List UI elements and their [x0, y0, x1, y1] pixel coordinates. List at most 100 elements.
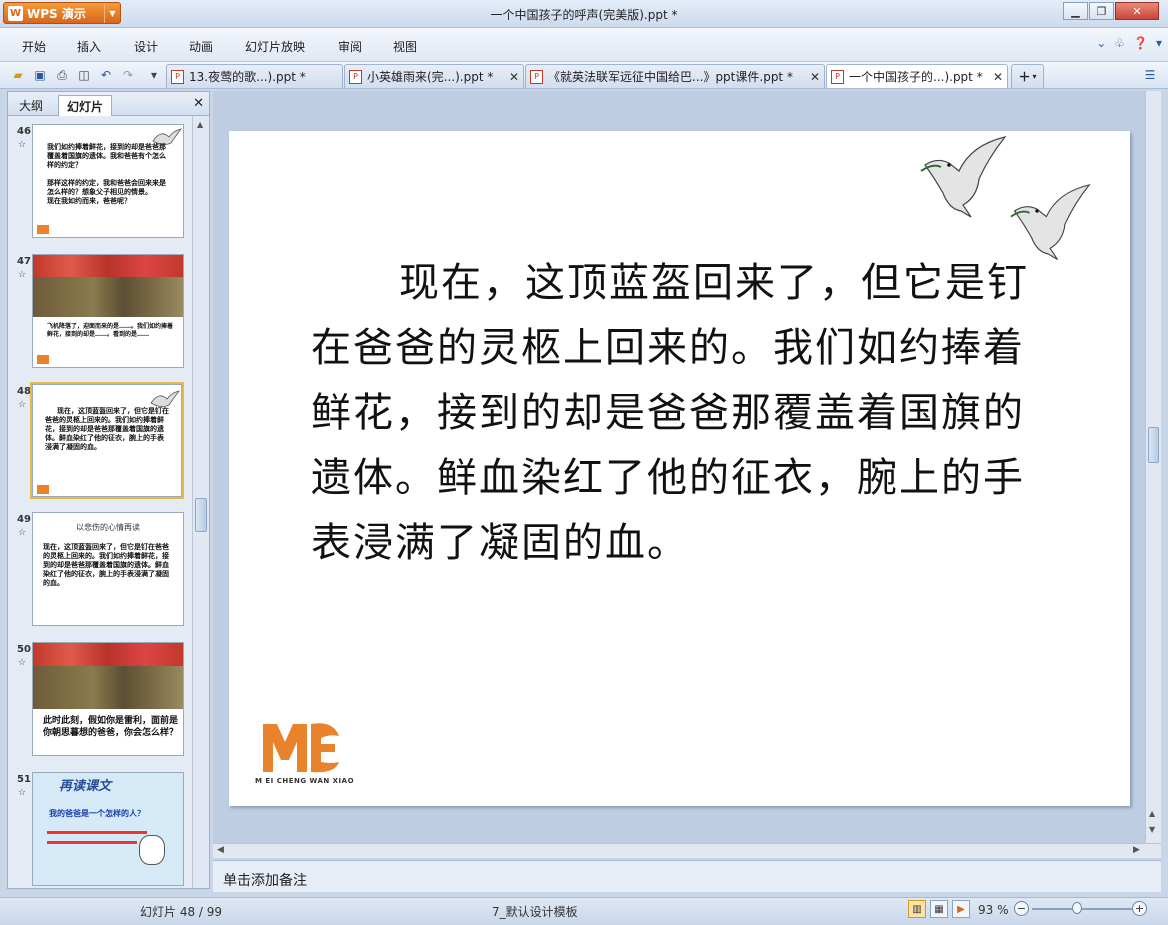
doc-tab-1[interactable]: P 13.夜莺的歌...).ppt * — [166, 64, 343, 88]
slide-number: 50 — [17, 644, 31, 655]
chevron-up-icon[interactable]: ▲ — [197, 120, 203, 129]
undo-icon[interactable]: ↶ — [98, 67, 114, 83]
menu-review[interactable]: 审阅 — [338, 38, 362, 55]
chevron-right-icon[interactable]: ▶ — [1133, 845, 1140, 855]
doc-tab-label: 一个中国孩子的...).ppt * — [849, 70, 983, 84]
chevron-down-icon[interactable]: ▾ — [1156, 36, 1162, 50]
chevron-down-icon[interactable]: ⌄ — [1096, 36, 1106, 50]
close-icon[interactable]: ✕ — [193, 96, 204, 111]
chevron-double-up-icon[interactable]: ▲ — [1149, 809, 1155, 818]
dove-icon — [920, 136, 1007, 218]
window-list-icon[interactable]: ☰ — [1142, 67, 1158, 83]
zoom-out-button[interactable]: − — [1014, 901, 1029, 916]
slide-number: 46 — [17, 126, 31, 137]
thumbnail-text: 我的爸爸是一个怎样的人？ — [49, 809, 145, 818]
logo-text: M EI CHENG WAN XIAO — [255, 777, 355, 785]
slideshow-icon[interactable]: ▶ — [952, 900, 970, 918]
chevron-double-down-icon[interactable]: ▼ — [1149, 825, 1155, 834]
menu-animation[interactable]: 动画 — [189, 38, 213, 55]
doc-tab-4-active[interactable]: P 一个中国孩子的...).ppt * ✕ — [826, 64, 1008, 88]
notes-placeholder: 单击添加备注 — [223, 873, 307, 889]
doc-tab-label: 13.夜莺的歌...).ppt * — [189, 70, 306, 84]
slide-number: 49 — [17, 514, 31, 525]
animation-star-icon: ☆ — [18, 400, 27, 410]
animation-star-icon: ☆ — [18, 140, 27, 150]
slide-horizontal-scrollbar[interactable]: ◀ ▶ — [213, 843, 1161, 858]
title-bar: W WPS 演示 ▼ 一个中国孩子的呼声(完美版).ppt * ▁ ❐ ✕ — [0, 0, 1168, 28]
thumbnail-list: 46 ☆ 我们如约捧着鲜花，接到的却是爸爸那覆盖着国旗的遗体。我和爸爸有个怎么样… — [8, 116, 192, 888]
tab-outline[interactable]: 大纲 — [11, 95, 51, 116]
animation-star-icon: ☆ — [18, 658, 27, 668]
close-icon[interactable]: ✕ — [503, 70, 519, 84]
ppt-file-icon: P — [349, 69, 362, 84]
logo-icon — [37, 485, 49, 494]
slide-sorter-icon[interactable]: ▦ — [930, 900, 948, 918]
menu-slideshow[interactable]: 幻灯片放映 — [245, 38, 305, 55]
scroll-thumb[interactable] — [1148, 427, 1159, 463]
logo-icon — [37, 225, 49, 234]
chevron-down-icon[interactable]: ▾ — [146, 67, 162, 83]
decor-line — [47, 841, 137, 844]
normal-view-icon[interactable]: ▥ — [908, 900, 926, 918]
doc-tab-3[interactable]: P 《就英法联军远征中国给巴...》ppt课件.ppt * ✕ — [525, 64, 825, 88]
minimize-button[interactable]: ▁ — [1063, 2, 1088, 20]
new-tab-button[interactable]: ＋ ▾ — [1011, 64, 1044, 88]
toolbar: ▰ ▣ ⎙ ◫ ↶ ↷ ▾ P 13.夜莺的歌...).ppt * P 小英雄雨… — [0, 62, 1168, 89]
animation-star-icon: ☆ — [18, 270, 27, 280]
doc-tab-label: 《就英法联军远征中国给巴...》ppt课件.ppt * — [548, 70, 793, 84]
menu-view[interactable]: 视图 — [393, 38, 417, 55]
animation-star-icon: ☆ — [18, 528, 27, 538]
notes-pane[interactable]: 单击添加备注 — [213, 860, 1161, 892]
menu-bar: 开始 插入 设计 动画 幻灯片放映 审阅 视图 ⌄ ♧ ❓ ▾ — [0, 28, 1168, 62]
thumbnail-title: 再读课文 — [59, 779, 112, 794]
zoom-slider-knob[interactable] — [1072, 902, 1082, 914]
slide-thumbnail[interactable]: 我们如约捧着鲜花，接到的却是爸爸那覆盖着国旗的遗体。我和爸爸有个怎么样的约定？ … — [32, 124, 184, 238]
slide-thumbnail[interactable]: 以悲伤的心情再读 现在，这顶蓝盔回来了，但它是钉在爸爸的灵柩上回来的。我们如约捧… — [32, 512, 184, 626]
animation-star-icon: ☆ — [18, 788, 27, 798]
menu-home[interactable]: 开始 — [22, 38, 46, 55]
slide-vertical-scrollbar[interactable]: ▲ ▼ — [1145, 91, 1161, 843]
slide-canvas: 现在，这顶蓝盔回来了，但它是钉在爸爸的灵柩上回来的。我们如约捧着鲜花，接到的却是… — [213, 91, 1161, 843]
close-icon[interactable]: ✕ — [987, 70, 1003, 84]
menu-design[interactable]: 设计 — [134, 38, 158, 55]
logo-icon — [37, 355, 49, 364]
save-icon[interactable]: ▣ — [32, 67, 48, 83]
thumbnail-scrollbar[interactable]: ▲ — [192, 116, 209, 888]
thumbnail-title: 以悲伤的心情再读 — [76, 523, 140, 532]
print-icon[interactable]: ⎙ — [54, 67, 70, 83]
chevron-left-icon[interactable]: ◀ — [217, 845, 224, 855]
skin-icon[interactable]: ♧ — [1114, 36, 1125, 50]
ppt-file-icon: P — [831, 69, 844, 84]
close-icon[interactable]: ✕ — [804, 70, 820, 84]
close-button[interactable]: ✕ — [1115, 2, 1159, 20]
doc-tab-2[interactable]: P 小英雄雨来(完...).ppt * ✕ — [344, 64, 524, 88]
doc-tab-label: 小英雄雨来(完...).ppt * — [367, 70, 494, 84]
slide-thumbnail[interactable]: 此时此刻，假如你是雷利，面前是你朝思暮想的爸爸，你会怎么样？ — [32, 642, 184, 756]
menu-insert[interactable]: 插入 — [77, 38, 101, 55]
open-folder-icon[interactable]: ▰ — [10, 67, 26, 83]
slide-panel: 大纲 幻灯片 ✕ 46 ☆ 我们如约捧着鲜花，接到的却是爸爸那覆盖着国旗的遗体。… — [7, 91, 210, 889]
print-preview-icon[interactable]: ◫ — [76, 67, 92, 83]
slide-number: 48 — [17, 386, 31, 397]
current-slide[interactable]: 现在，这顶蓝盔回来了，但它是钉在爸爸的灵柩上回来的。我们如约捧着鲜花，接到的却是… — [229, 131, 1130, 806]
redo-icon[interactable]: ↷ — [120, 67, 136, 83]
slide-thumbnail[interactable]: 飞机降落了，迎面而来的是……。我们如约捧着鲜花，接到的却是……。看到的是…… — [32, 254, 184, 368]
slide-position: 幻灯片 48 / 99 — [140, 905, 223, 919]
slide-thumbnail[interactable]: 再读课文 我的爸爸是一个怎样的人？ — [32, 772, 184, 886]
meicheng-logo-icon — [263, 723, 339, 773]
slide-thumbnail[interactable]: 现在，这顶蓝盔回来了，但它是钉在爸爸的灵柩上回来的。我们如约捧着鲜花，接到的却是… — [30, 382, 184, 499]
thumbnail-text: 飞机降落了，迎面而来的是……。我们如约捧着鲜花，接到的却是……。看到的是…… — [47, 323, 174, 338]
zoom-slider-track[interactable] — [1032, 908, 1132, 910]
thumbnail-text: 此时此刻，假如你是雷利，面前是你朝思暮想的爸爸，你会怎么样？ — [43, 716, 179, 738]
photo-soldiers — [33, 643, 183, 709]
ppt-file-icon: P — [171, 69, 184, 84]
slide-body-text[interactable]: 现在，这顶蓝盔回来了，但它是钉在爸爸的灵柩上回来的。我们如约捧着鲜花，接到的却是… — [311, 251, 1031, 576]
photo-soldiers — [33, 255, 183, 317]
scroll-thumb[interactable] — [195, 498, 207, 532]
thumbnail-text: 我们如约捧着鲜花，接到的却是爸爸那覆盖着国旗的遗体。我和爸爸有个怎么样的约定？ … — [47, 143, 166, 205]
help-icon[interactable]: ❓ — [1133, 36, 1148, 50]
maximize-button[interactable]: ❐ — [1089, 2, 1114, 20]
zoom-level: 93 % — [978, 903, 1009, 917]
zoom-in-button[interactable]: + — [1132, 901, 1147, 916]
tab-slides[interactable]: 幻灯片 — [58, 95, 113, 116]
